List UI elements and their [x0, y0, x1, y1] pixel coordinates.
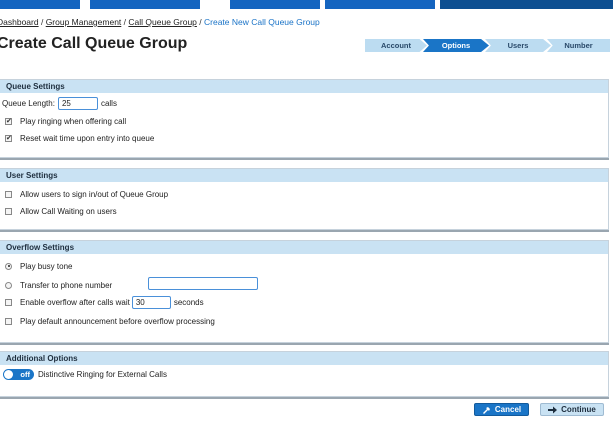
- wizard-step-account[interactable]: Account: [365, 39, 427, 52]
- allow-call-waiting-checkbox[interactable]: [5, 207, 12, 215]
- wizard-step-options[interactable]: Options: [423, 39, 489, 52]
- queue-length-input[interactable]: 25: [57, 96, 98, 110]
- distinctive-ringing-label: Distinctive Ringing for External Calls: [38, 370, 167, 379]
- user-settings-title: User Settings: [0, 169, 608, 182]
- wizard-step-number[interactable]: Number: [547, 39, 610, 52]
- wizard-steps: Account Options Users Number: [365, 39, 610, 52]
- breadcrumb-call-queue-group-link[interactable]: Call Queue Group: [128, 17, 197, 27]
- wizard-step-users[interactable]: Users: [485, 39, 551, 52]
- transfer-radio[interactable]: [5, 281, 12, 289]
- cancel-button-label: Cancel: [494, 405, 522, 414]
- play-ringing-checkbox[interactable]: ✔: [5, 117, 12, 125]
- transfer-phone-input[interactable]: [148, 277, 258, 290]
- overflow-settings-title: Overflow Settings: [0, 241, 608, 254]
- busy-tone-label: Play busy tone: [20, 261, 73, 271]
- additional-options-title: Additional Options: [0, 352, 608, 365]
- breadcrumb-dashboard-link[interactable]: Dashboard: [0, 17, 39, 27]
- queue-length-row: Queue Length: 25 calls: [0, 96, 117, 110]
- transfer-row: Transfer to phone number: [0, 278, 112, 292]
- enable-overflow-label: Enable overflow after calls wait: [20, 297, 130, 307]
- top-nav-tab[interactable]: [325, 0, 435, 9]
- busy-tone-row: Play busy tone: [0, 260, 72, 272]
- toggle-state-label: off: [20, 370, 30, 379]
- allow-signin-row: Allow users to sign in/out of Queue Grou…: [0, 188, 168, 200]
- continue-button[interactable]: Continue: [540, 403, 604, 416]
- top-nav-tab[interactable]: [230, 0, 320, 9]
- cancel-icon: [482, 406, 490, 414]
- breadcrumb: Dashboard / Group Management / Call Queu…: [0, 17, 320, 27]
- default-announcement-row: Play default announcement before overflo…: [0, 315, 215, 327]
- top-nav-tab[interactable]: [0, 0, 80, 9]
- enable-overflow-row: Enable overflow after calls wait 30 seco…: [0, 295, 204, 309]
- top-nav-tab[interactable]: [90, 0, 200, 9]
- reset-wait-label: Reset wait time upon entry into queue: [20, 133, 155, 143]
- breadcrumb-separator: /: [38, 17, 46, 27]
- top-nav-strip: [0, 0, 613, 11]
- allow-call-waiting-row: Allow Call Waiting on users: [0, 205, 117, 217]
- reset-wait-checkbox[interactable]: ✔: [5, 134, 12, 142]
- transfer-label: Transfer to phone number: [20, 280, 113, 290]
- queue-settings-title: Queue Settings: [0, 80, 608, 93]
- enable-overflow-checkbox[interactable]: [5, 298, 12, 306]
- continue-button-label: Continue: [561, 405, 596, 414]
- distinctive-ringing-row: off Distinctive Ringing for External Cal…: [0, 368, 167, 381]
- overflow-wait-input[interactable]: 30: [131, 295, 171, 309]
- allow-signin-checkbox[interactable]: [5, 190, 12, 198]
- allow-signin-label: Allow users to sign in/out of Queue Grou…: [20, 189, 169, 199]
- arrow-right-icon: [548, 406, 558, 413]
- distinctive-ringing-toggle[interactable]: off: [3, 369, 34, 380]
- breadcrumb-group-management-link[interactable]: Group Management: [46, 17, 122, 27]
- overflow-wait-unit: seconds: [173, 297, 204, 307]
- top-nav-tab[interactable]: [440, 0, 613, 9]
- play-ringing-row: ✔ Play ringing when offering call: [0, 115, 126, 127]
- toggle-knob: [4, 370, 13, 379]
- play-ringing-label: Play ringing when offering call: [20, 116, 127, 126]
- queue-length-label: Queue Length:: [2, 98, 55, 108]
- breadcrumb-current: Create New Call Queue Group: [204, 17, 320, 27]
- breadcrumb-separator: /: [196, 17, 204, 27]
- cancel-button[interactable]: Cancel: [474, 403, 529, 416]
- default-announcement-label: Play default announcement before overflo…: [20, 316, 215, 326]
- default-announcement-checkbox[interactable]: [5, 317, 12, 325]
- reset-wait-row: ✔ Reset wait time upon entry into queue: [0, 132, 154, 144]
- page-title: Create Call Queue Group: [0, 35, 188, 52]
- queue-length-unit: calls: [100, 98, 117, 108]
- busy-tone-radio[interactable]: [5, 262, 12, 270]
- allow-call-waiting-label: Allow Call Waiting on users: [20, 206, 117, 216]
